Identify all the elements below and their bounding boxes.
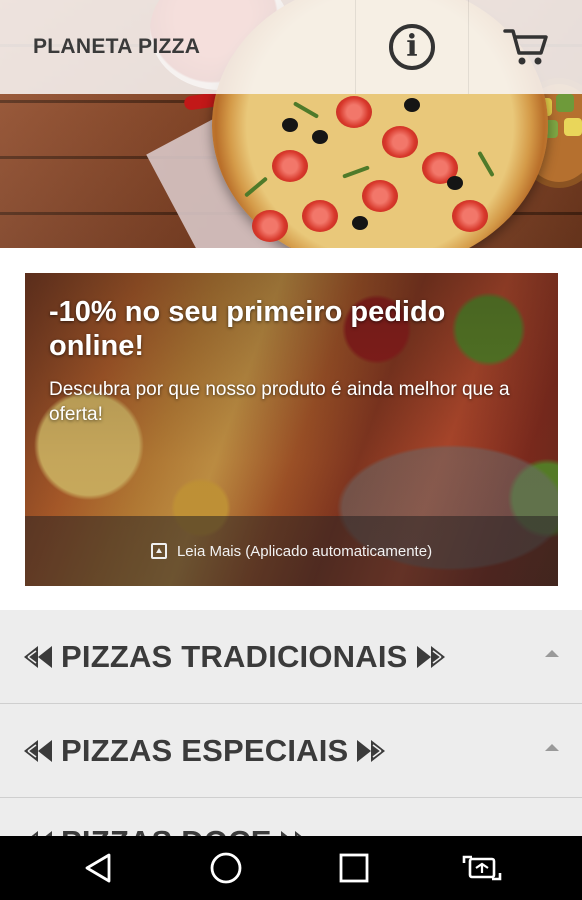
collapse-caret-icon[interactable] bbox=[545, 650, 559, 657]
top-app-bar: PLANETA PIZZA i bbox=[0, 0, 582, 94]
left-arrow-decoration-icon bbox=[23, 829, 53, 836]
category-label: PIZZAS ESPECIAIS bbox=[61, 732, 349, 768]
recents-square-icon bbox=[339, 853, 369, 883]
back-button[interactable] bbox=[50, 836, 146, 900]
category-label: PIZZAS TRADICIONAIS bbox=[61, 638, 408, 674]
home-circle-icon bbox=[210, 852, 242, 884]
promo-subtitle: Descubra por que nosso produto é ainda m… bbox=[49, 379, 510, 425]
read-more-label: Leia Mais (Aplicado automaticamente) bbox=[176, 542, 433, 560]
promo-headline: -10% no seu primeiro pedido online! bbox=[49, 296, 446, 362]
home-button[interactable] bbox=[178, 836, 274, 900]
system-navigation-bar bbox=[0, 836, 582, 900]
left-arrow-decoration-icon bbox=[23, 738, 53, 764]
right-arrow-decoration-icon bbox=[356, 738, 386, 764]
app-title: PLANETA PIZZA bbox=[33, 35, 201, 58]
left-arrow-decoration-icon bbox=[23, 644, 53, 670]
collapse-caret-icon[interactable] bbox=[545, 744, 559, 751]
read-more-button[interactable]: Leia Mais (Aplicado automaticamente) bbox=[25, 516, 558, 586]
cart-icon bbox=[502, 29, 548, 65]
info-icon: i bbox=[389, 24, 435, 70]
category-pizzas-tradicionais[interactable]: PIZZAS TRADICIONAIS bbox=[0, 610, 582, 704]
right-arrow-decoration-icon bbox=[280, 829, 310, 836]
rotate-screen-icon bbox=[462, 855, 502, 881]
category-pizzas-doce[interactable]: PIZZAS DOCE bbox=[0, 798, 582, 836]
category-list: PIZZAS TRADICIONAIS PIZZAS ESPECIAIS PIZ… bbox=[0, 610, 582, 836]
info-button[interactable]: i bbox=[356, 0, 469, 94]
back-triangle-icon bbox=[85, 853, 111, 883]
category-pizzas-especiais[interactable]: PIZZAS ESPECIAIS bbox=[0, 704, 582, 798]
app-title-area: PLANETA PIZZA bbox=[0, 0, 356, 94]
expand-icon bbox=[150, 543, 167, 559]
promo-card[interactable]: -10% no seu primeiro pedido online! Desc… bbox=[25, 273, 558, 586]
recents-button[interactable] bbox=[306, 836, 402, 900]
cart-button[interactable] bbox=[469, 0, 582, 94]
category-label: PIZZAS DOCE bbox=[61, 824, 272, 836]
rotate-screen-button[interactable] bbox=[434, 836, 530, 900]
right-arrow-decoration-icon bbox=[416, 644, 446, 670]
